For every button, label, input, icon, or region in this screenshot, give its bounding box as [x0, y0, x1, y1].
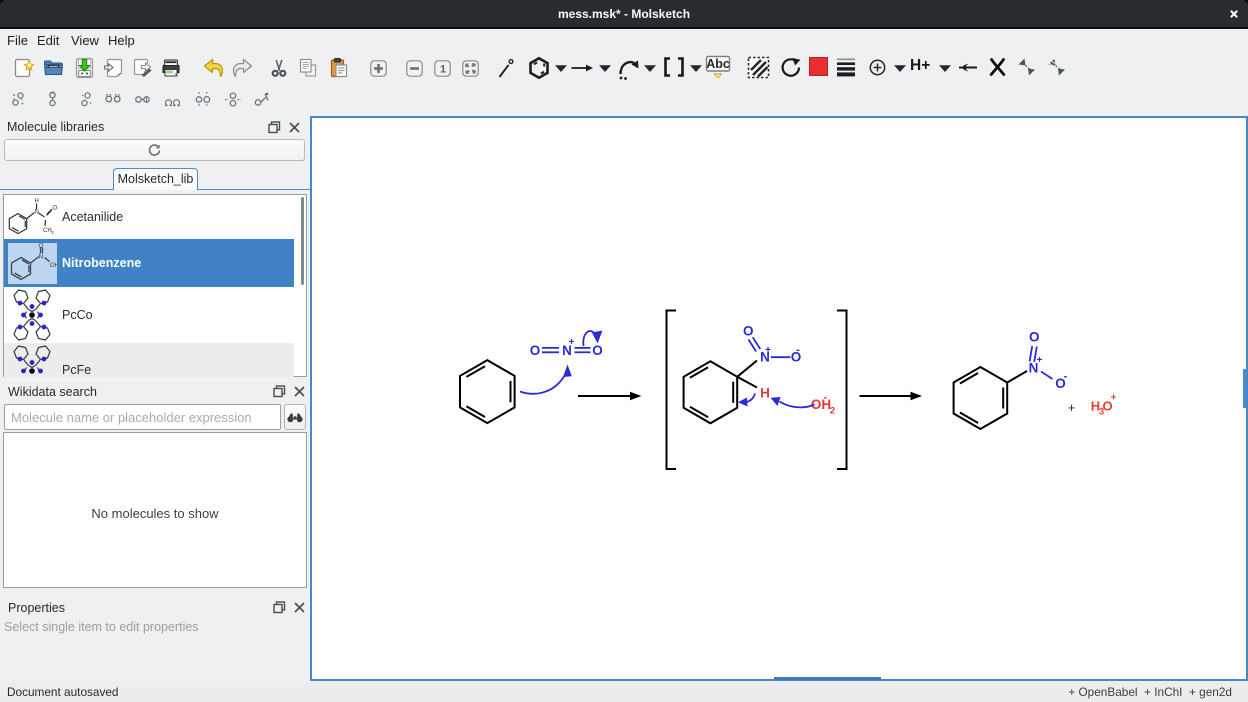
svg-text:N: N	[35, 210, 39, 216]
svg-text:Abc: Abc	[706, 57, 730, 71]
svg-text:O: O	[53, 206, 58, 212]
svg-text:H: H	[35, 199, 39, 205]
svg-text:OH: OH	[50, 262, 58, 269]
svg-text:-: -	[824, 392, 828, 404]
svg-text:O: O	[592, 343, 603, 358]
svg-text:O: O	[530, 343, 541, 358]
svg-text:2: 2	[830, 406, 835, 417]
svg-text:+: +	[1037, 355, 1043, 366]
svg-text:+: +	[1111, 393, 1117, 404]
svg-text:3: 3	[51, 230, 54, 235]
svg-text:N: N	[39, 254, 44, 261]
svg-text:H: H	[760, 386, 770, 401]
svg-text:O: O	[743, 324, 754, 339]
svg-text:+: +	[569, 337, 575, 348]
svg-text:1: 1	[440, 64, 446, 76]
svg-text:-: -	[1064, 371, 1068, 383]
svg-text:+: +	[1068, 400, 1076, 415]
svg-text:O: O	[39, 243, 44, 250]
svg-text:O: O	[1029, 330, 1040, 345]
svg-text:-: -	[796, 344, 800, 356]
svg-text:+: +	[765, 345, 771, 356]
